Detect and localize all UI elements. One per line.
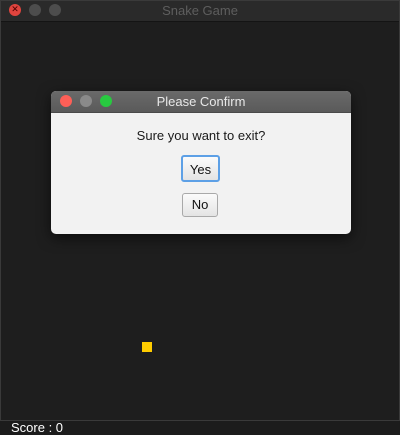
confirm-dialog: Please Confirm Sure you want to exit? Ye… <box>51 91 351 234</box>
window-titlebar[interactable]: Snake Game <box>1 1 399 22</box>
window-title: Snake Game <box>162 3 238 18</box>
dialog-title: Please Confirm <box>156 94 246 109</box>
dialog-titlebar[interactable]: Please Confirm <box>51 91 351 113</box>
score-label: Score : 0 <box>11 420 64 435</box>
food-pellet <box>142 342 152 352</box>
yes-button[interactable]: Yes <box>181 155 220 182</box>
dialog-message: Sure you want to exit? <box>136 128 266 143</box>
no-button[interactable]: No <box>182 193 218 217</box>
